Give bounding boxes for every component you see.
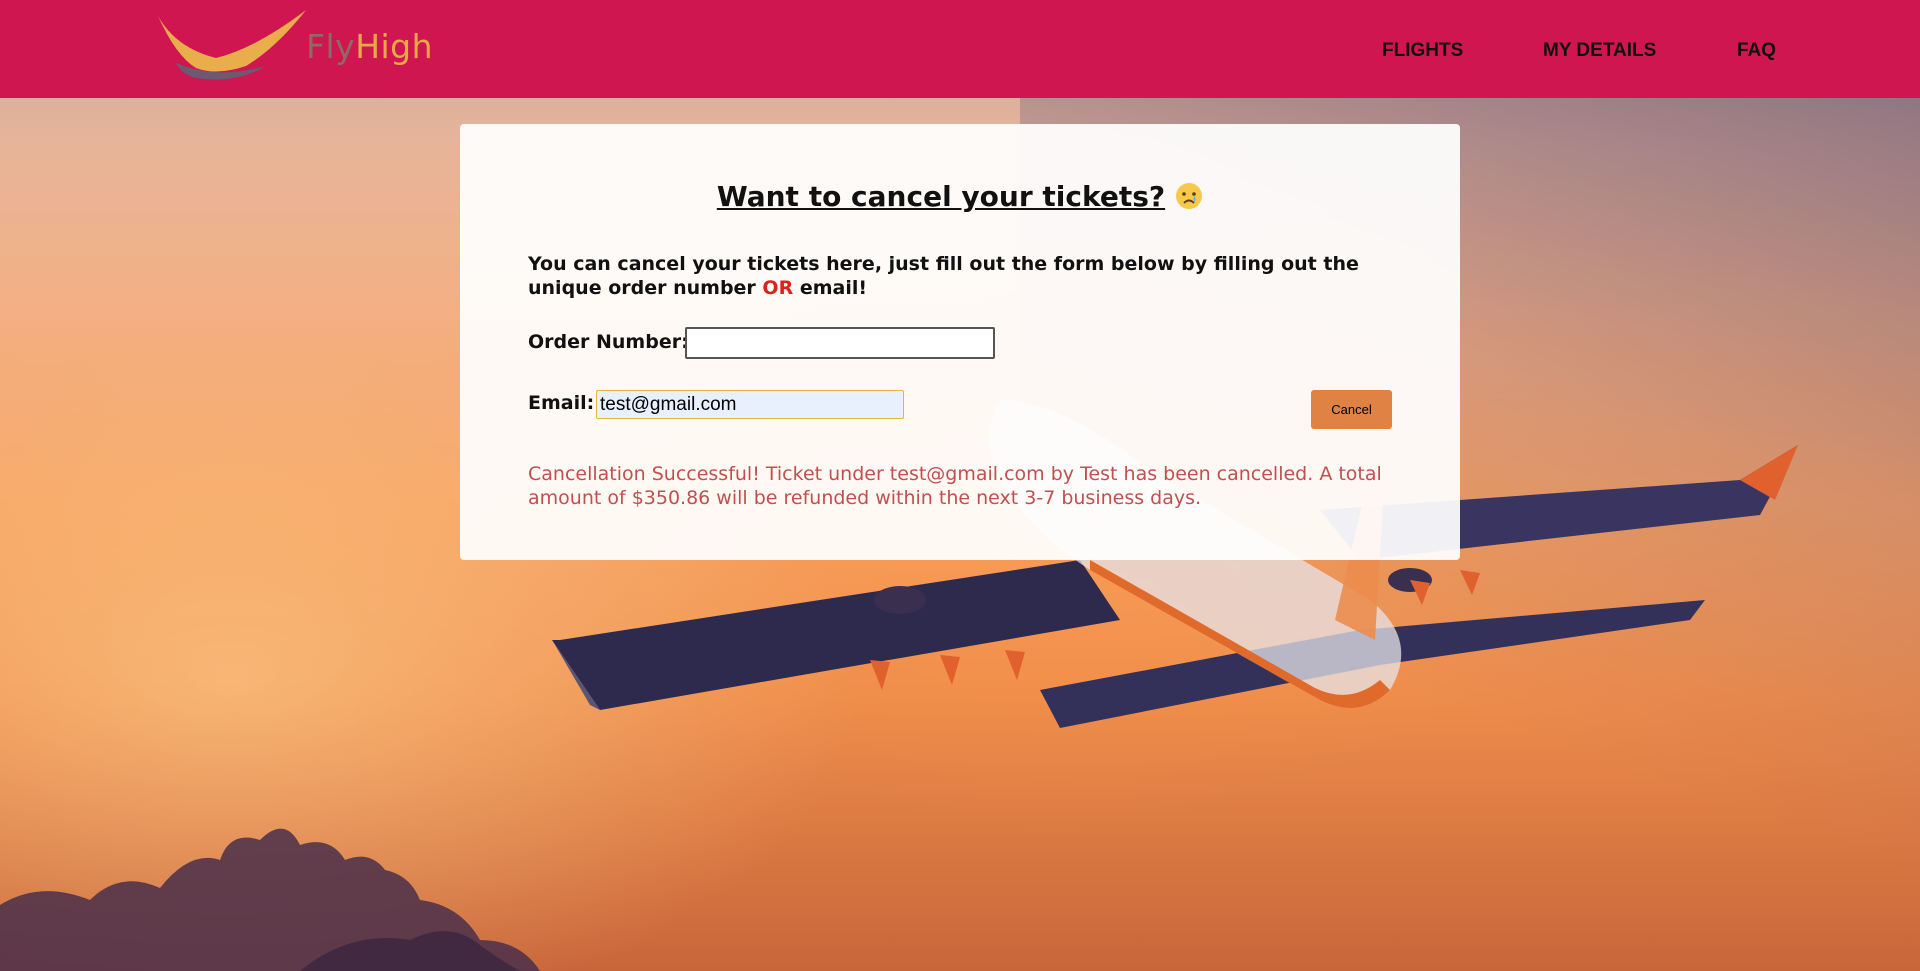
instructions-or-highlight: OR — [762, 277, 794, 299]
wing-logo-icon — [158, 10, 306, 80]
order-number-label: Order Number: — [528, 331, 689, 353]
logo-text-fly: Fly — [306, 27, 356, 66]
crying-face-icon — [1176, 183, 1203, 209]
instructions-text: You can cancel your tickets here, just f… — [528, 252, 1388, 300]
email-label: Email: — [528, 392, 595, 414]
logo-text: FlyHigh — [306, 30, 433, 63]
order-number-input[interactable] — [685, 327, 995, 359]
flyhigh-logo[interactable]: FlyHigh — [156, 8, 436, 84]
cancel-tickets-card: Want to cancel your tickets? You can can… — [460, 124, 1460, 560]
cancel-button[interactable]: Cancel — [1311, 390, 1392, 429]
nav-my-details[interactable]: MY DETAILS — [1543, 40, 1656, 62]
page-title: Want to cancel your tickets? — [460, 180, 1460, 213]
instructions-part-2: email! — [793, 277, 868, 299]
cancellation-success-message: Cancellation Successful! Ticket under te… — [528, 463, 1382, 509]
email-input[interactable] — [596, 390, 904, 419]
nav-flights[interactable]: FLIGHTS — [1382, 40, 1463, 62]
nav-faq[interactable]: FAQ — [1737, 40, 1776, 62]
instructions-part-1: You can cancel your tickets here, just f… — [528, 253, 1359, 299]
top-navbar: FlyHigh FLIGHTS MY DETAILS FAQ — [0, 0, 1920, 98]
logo-text-high: High — [355, 27, 434, 66]
page-title-text: Want to cancel your tickets? — [716, 180, 1166, 213]
